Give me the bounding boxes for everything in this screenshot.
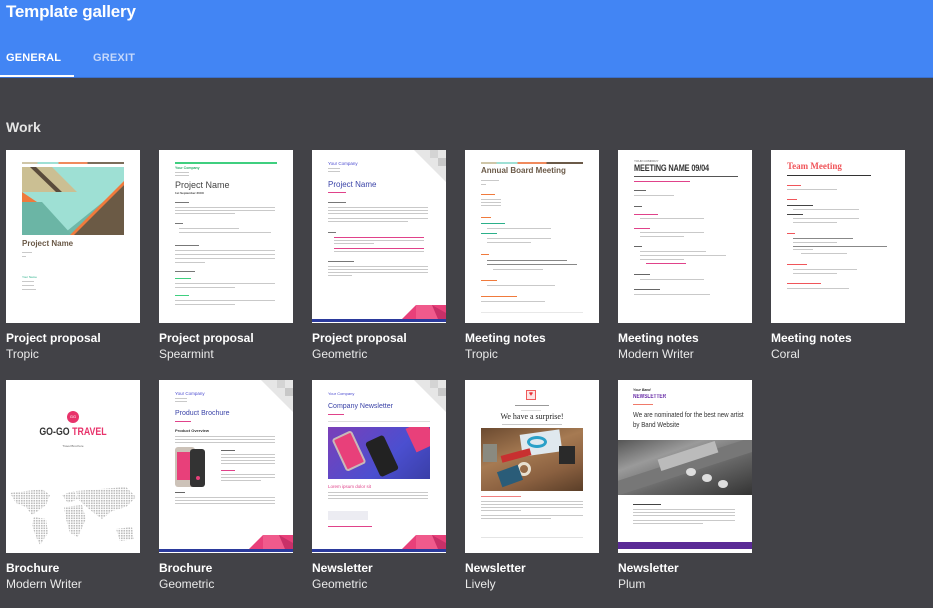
preview-sub: Your Name [22, 275, 37, 279]
template-type: Project proposal [312, 331, 407, 345]
preview-band: Your Band [633, 388, 651, 392]
preview-heading: Company Newsletter [328, 403, 393, 410]
template-type: Newsletter [312, 561, 373, 575]
template-style: Spearmint [159, 347, 214, 361]
template-card-brochure-geometric[interactable]: Your Company Product Brochure Product Ov… [159, 380, 293, 591]
preview-heading: Project Name [328, 180, 377, 189]
template-type: Newsletter [465, 561, 526, 575]
header-divider [0, 77, 933, 78]
preview-heading: We are nominated for the best new artist… [633, 410, 744, 429]
heading-part-b: TRAVEL [72, 426, 107, 438]
template-type: Brochure [159, 561, 213, 575]
template-style: Plum [618, 577, 646, 591]
template-thumbnail[interactable]: ♥ We have a surprise! [465, 380, 599, 553]
template-thumbnail[interactable]: Your Company Project Name [312, 150, 446, 323]
app-header: Template gallery GENERAL GREXIT [0, 0, 933, 78]
template-card-meeting-notes-tropic[interactable]: Annual Board Meeting Meeting notes Tropi… [465, 150, 599, 361]
template-thumbnail[interactable]: YOUR COMPANY MEETING NAME 09/04 [618, 150, 752, 323]
preview-heading: Team Meeting [787, 161, 842, 171]
preview-heading: GO-GO TRAVEL [19, 426, 126, 438]
preview-company: Your Company [328, 161, 358, 166]
template-style: Geometric [312, 347, 368, 361]
section-title-work: Work [6, 119, 41, 135]
template-card-newsletter-geometric[interactable]: Your Company Company Newsletter Lorem ip… [312, 380, 446, 591]
corner-pattern [261, 380, 293, 412]
template-type: Meeting notes [771, 331, 852, 345]
preview-heading: Project Name [175, 180, 230, 190]
template-card-meeting-notes-coral[interactable]: Team Meeting Meeting notes Coral [771, 150, 905, 361]
color-strip [481, 162, 583, 164]
newsletter-hero-image [481, 428, 583, 491]
world-map-graphic [10, 487, 136, 545]
preview-sub: Lorem ipsum dolor sit [328, 484, 372, 489]
template-card-newsletter-plum[interactable]: Your Band NEWSLETTER We are nominated fo… [618, 380, 752, 591]
newsletter-hero-image [328, 427, 430, 479]
template-thumbnail[interactable]: GG GO-GO TRAVEL Travel Brochure [6, 380, 140, 553]
template-thumbnail[interactable]: Your Band NEWSLETTER We are nominated fo… [618, 380, 752, 553]
guitar-image [618, 440, 752, 495]
preview-sub: Travel Brochure [62, 444, 84, 448]
preview-button [328, 511, 368, 520]
template-type: Project proposal [159, 331, 254, 345]
preview-heading: Annual Board Meeting [481, 166, 566, 175]
template-style: Tropic [6, 347, 39, 361]
template-style: Tropic [465, 347, 498, 361]
preview-heading: Project Name [22, 239, 74, 248]
template-style: Geometric [312, 577, 368, 591]
preview-sub: Product Overview [175, 428, 210, 433]
phone-image-dark [190, 449, 205, 487]
footer-geometric [312, 535, 446, 552]
template-style: Modern Writer [618, 347, 694, 361]
preview-sub: 1st September 20XX [175, 191, 204, 195]
preview-company: Your Company [175, 391, 205, 396]
accent-line [175, 162, 277, 164]
template-card-project-proposal-geometric[interactable]: Your Company Project Name Project propos… [312, 150, 446, 361]
tab-grexit[interactable]: GREXIT [74, 40, 144, 78]
tab-bar: GENERAL GREXIT [0, 40, 144, 78]
logo-icon: GG [67, 411, 79, 423]
cover-graphic [22, 167, 124, 235]
template-card-newsletter-lively[interactable]: ♥ We have a surprise! Newsletter Lively [465, 380, 599, 591]
preview-company: Your Company [328, 391, 355, 396]
template-thumbnail[interactable]: Your Company Company Newsletter Lorem ip… [312, 380, 446, 553]
heading-rule [634, 176, 738, 177]
preview-heading: Product Brochure [175, 410, 230, 417]
preview-company: Your Company [175, 166, 200, 170]
corner-pattern [414, 150, 446, 182]
template-style: Geometric [159, 577, 215, 591]
template-style: Coral [771, 347, 800, 361]
template-type: Meeting notes [618, 331, 699, 345]
template-thumbnail[interactable]: Team Meeting [771, 150, 905, 323]
heart-icon: ♥ [526, 390, 536, 400]
template-type: Meeting notes [465, 331, 546, 345]
heading-part-a: GO-GO [39, 426, 70, 438]
footer-geometric [159, 535, 293, 552]
footer-geometric [312, 305, 446, 322]
preview-heading: We have a surprise! [500, 412, 564, 421]
footer-bar [618, 542, 752, 549]
template-thumbnail[interactable]: Your Company Project Name 1st September … [159, 150, 293, 323]
preview-heading: MEETING NAME 09/04 [634, 163, 709, 173]
tab-general[interactable]: GENERAL [0, 40, 74, 78]
template-card-meeting-notes-modern-writer[interactable]: YOUR COMPANY MEETING NAME 09/04 Meeting … [618, 150, 752, 361]
template-thumbnail[interactable]: Annual Board Meeting [465, 150, 599, 323]
template-card-brochure-modern-writer[interactable]: GG GO-GO TRAVEL Travel Brochure Brochure… [6, 380, 140, 591]
color-strip [22, 162, 124, 164]
template-card-project-proposal-tropic[interactable]: Project Name Your Name Project proposal … [6, 150, 140, 361]
template-thumbnail[interactable]: Project Name Your Name [6, 150, 140, 323]
template-card-project-proposal-spearmint[interactable]: Your Company Project Name 1st September … [159, 150, 293, 361]
page-title: Template gallery [6, 2, 136, 21]
preview-kicker: NEWSLETTER [633, 394, 667, 400]
template-style: Lively [465, 577, 496, 591]
template-type: Newsletter [618, 561, 679, 575]
template-style: Modern Writer [6, 577, 82, 591]
corner-pattern [414, 380, 446, 412]
template-thumbnail[interactable]: Your Company Product Brochure Product Ov… [159, 380, 293, 553]
template-type: Brochure [6, 561, 60, 575]
template-type: Project proposal [6, 331, 101, 345]
